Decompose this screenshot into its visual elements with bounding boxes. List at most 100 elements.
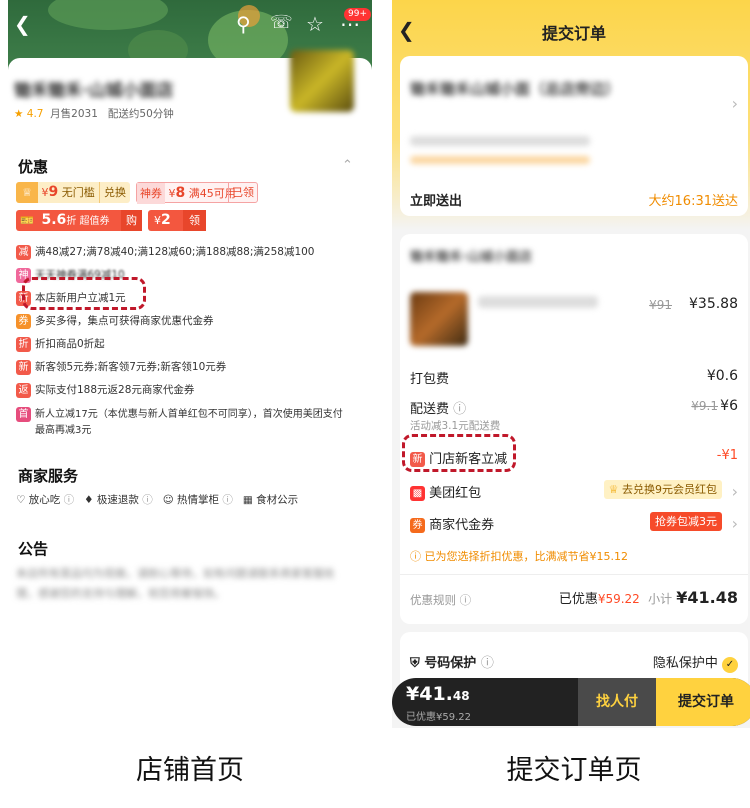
red-packet-row[interactable]: ▩ 美团红包 <box>410 482 481 501</box>
info-icon: ⓘ <box>222 494 233 506</box>
favorite-icon[interactable]: ☆ <box>306 12 324 36</box>
info-icon[interactable]: ⓘ <box>481 656 494 671</box>
document-icon: ▦ <box>242 494 253 506</box>
collapse-icon[interactable]: ⌃ <box>342 158 353 173</box>
caption-store-home: 店铺首页 <box>136 755 244 786</box>
contact-placeholder <box>410 136 590 146</box>
coupon2-value: 8 <box>175 185 186 201</box>
coupon1-desc: 无门槛 <box>61 186 95 199</box>
offers-title: 优惠 <box>18 158 49 176</box>
currency-symbol: ¥ <box>168 187 176 200</box>
store-info-card: 锄禾锄禾·山城小面店 ★ 4.7 月售2031 配送约50分钟 优惠 ⌃ ♕ ¥… <box>8 50 372 728</box>
coupon2-tag: 神券 <box>137 183 165 204</box>
search-icon[interactable]: ⚲ <box>236 12 251 36</box>
offer-text: 折扣商品0折起 <box>35 338 105 350</box>
coupon-super[interactable]: 神券 ¥8 满45可用 已领 <box>136 182 258 204</box>
delivery-original-fee: ¥9.1 <box>691 399 718 413</box>
info-icon: ⓘ <box>63 494 75 506</box>
order-detail-card: 锄禾锄禾·山城小面店 ¥91 ¥35.88 打包费 ¥0.6 配送费 ⓘ ¥9.… <box>400 234 748 624</box>
submit-order-button[interactable]: 提交订单 <box>656 678 750 726</box>
service-item: 放心吃 <box>28 494 61 506</box>
packing-fee: ¥0.6 <box>706 368 738 384</box>
coupon2-action[interactable]: 已领 <box>228 183 257 202</box>
crown-icon: ♕ <box>16 182 38 203</box>
annotation-highlight <box>22 277 146 310</box>
offer-row: 新新客领5元券;新客领7元券;新客领10元券 <box>16 359 226 375</box>
dish-name <box>478 296 598 308</box>
page-title: 提交订单 <box>541 24 606 43</box>
offer-row: 折折扣商品0折起 <box>16 336 105 352</box>
pay-amount: ¥41.48 <box>406 683 470 705</box>
voucher-row[interactable]: 券 商家代金券 <box>410 514 494 533</box>
store-stats: ★ 4.7 月售2031 配送约50分钟 <box>14 106 174 121</box>
service-list: ♡ 放心吃 ⓘ ♦ 极速退款 ⓘ ☺ 热情掌柜 ⓘ ▦ 食材公示 <box>16 492 298 507</box>
delivery-note: 活动减3.1元配送费 <box>410 420 501 432</box>
offer-text: 实际支付188元返28元商家代金券 <box>35 384 195 396</box>
refund-icon: ♦ <box>84 494 94 506</box>
voucher-pack-button[interactable]: 抢券包减3元 <box>650 512 722 531</box>
rating-value: 4.7 <box>26 108 44 120</box>
store-logo <box>290 50 354 112</box>
redeem-red-packet-button[interactable]: ♕ 去兑换9元会员红包 <box>603 480 722 499</box>
shield-icon: ⛨ <box>410 656 420 671</box>
offer-row: 返实际支付188元返28元商家代金券 <box>16 382 194 398</box>
item-original-price: ¥91 <box>649 298 672 312</box>
subtotal-label: 小计 <box>648 592 673 606</box>
info-icon: ⓘ <box>142 494 153 506</box>
pay-saved: 已优惠¥59.22 <box>406 712 471 723</box>
store-name: 锄禾锄禾·山城小面店 <box>410 250 532 265</box>
first-order-icon: 首 <box>16 406 31 422</box>
coupon1-value: 9 <box>48 184 59 200</box>
discount-rules[interactable]: 优惠规则 ⓘ <box>410 592 471 608</box>
totals-row: 已优惠¥59.22 小计 ¥41.48 <box>559 588 738 607</box>
voucher-label: 商家代金券 <box>429 518 495 533</box>
send-now-label: 立即送出 <box>410 194 463 209</box>
coupon4-value: 2 <box>161 212 171 228</box>
tag-placeholder <box>410 156 590 164</box>
info-icon: ⓘ <box>459 593 472 607</box>
back-icon[interactable]: ❮ <box>14 12 31 36</box>
offer-row: 减满48减27;满78减40;满128减60;满188减88;满258减100 <box>16 244 314 260</box>
coupon-two[interactable]: ¥2 领 <box>148 210 206 231</box>
chevron-right-icon: › <box>731 94 738 113</box>
chevron-right-icon: › <box>731 514 738 533</box>
eta-text[interactable]: 大约16:31送达 <box>649 190 738 209</box>
privacy-row: ⛨ 号码保护 ⓘ <box>410 656 494 671</box>
offer-text: 新人立减17元（本优惠与新人首单红包不可同享），首次使用美团支付 <box>35 409 343 420</box>
store-home-screen: ❮ ⚲ ☏ ☆ ⋯ 99+ 锄禾锄禾·山城小面店 ★ 4.7 月售2031 配送… <box>8 0 372 728</box>
divider <box>400 574 748 575</box>
item-price: ¥35.88 <box>689 296 738 312</box>
voucher-icon: 券 <box>16 313 31 329</box>
saved-value: ¥59.22 <box>597 592 640 606</box>
heart-icon: ♡ <box>16 494 26 506</box>
packing-fee-label: 打包费 <box>410 372 450 387</box>
new-customer-icon: 新 <box>16 359 31 375</box>
privacy-status[interactable]: 隐私保护中 ✓ <box>653 652 738 673</box>
submit-order-screen: ❮ 提交订单 锄禾锄禾山城小面（总店旁边） › 立即送出 大约16:31送达 锄… <box>392 0 750 728</box>
notice-text: 本店所有菜品均为现做，请耐心等待，如有问题请联系商家客服处理，感谢您的支持与理解… <box>16 567 335 600</box>
coupon1-action[interactable]: 兑换 <box>99 182 130 203</box>
notice-title: 公告 <box>18 540 49 558</box>
address-card[interactable]: 锄禾锄禾山城小面（总店旁边） › 立即送出 大约16:31送达 <box>400 56 748 216</box>
saved-label: 已优惠 <box>558 592 598 607</box>
dish-image <box>410 292 468 346</box>
customer-service-icon[interactable]: ☏ <box>270 12 293 33</box>
discount-tip: ⓘ 已为您选择折扣优惠，比满减节省¥15.12 <box>410 550 628 563</box>
offer-row: 券多买多得，集点可获得商家优惠代金券 <box>16 313 214 329</box>
voucher-icon: 券 <box>410 518 425 533</box>
address-text: 锄禾锄禾山城小面（总店旁边） <box>410 80 621 98</box>
offer-text: 最高再减3元 <box>35 425 92 436</box>
coupon3-action[interactable]: 购 <box>121 210 142 231</box>
coupon-discount[interactable]: 🎫 5.6折 超值券 购 <box>16 210 142 231</box>
coupon4-action[interactable]: 领 <box>183 210 206 231</box>
find-someone-pay-button[interactable]: 找人付 <box>578 678 656 726</box>
service-item: 热情掌柜 <box>177 494 220 506</box>
info-icon[interactable]: ⓘ <box>453 402 466 417</box>
rating-star-icon: ★ <box>14 108 24 120</box>
store-title: 锄禾锄禾·山城小面店 <box>14 81 174 101</box>
message-count-badge: 99+ <box>344 8 371 21</box>
coupon-no-threshold[interactable]: ♕ ¥9 无门槛 兑换 <box>16 182 130 203</box>
coupon3-desc: 折 超值券 <box>66 216 110 227</box>
checkmark-icon: ✓ <box>722 657 738 673</box>
delivery-fee-label: 配送费 ⓘ <box>410 402 467 417</box>
